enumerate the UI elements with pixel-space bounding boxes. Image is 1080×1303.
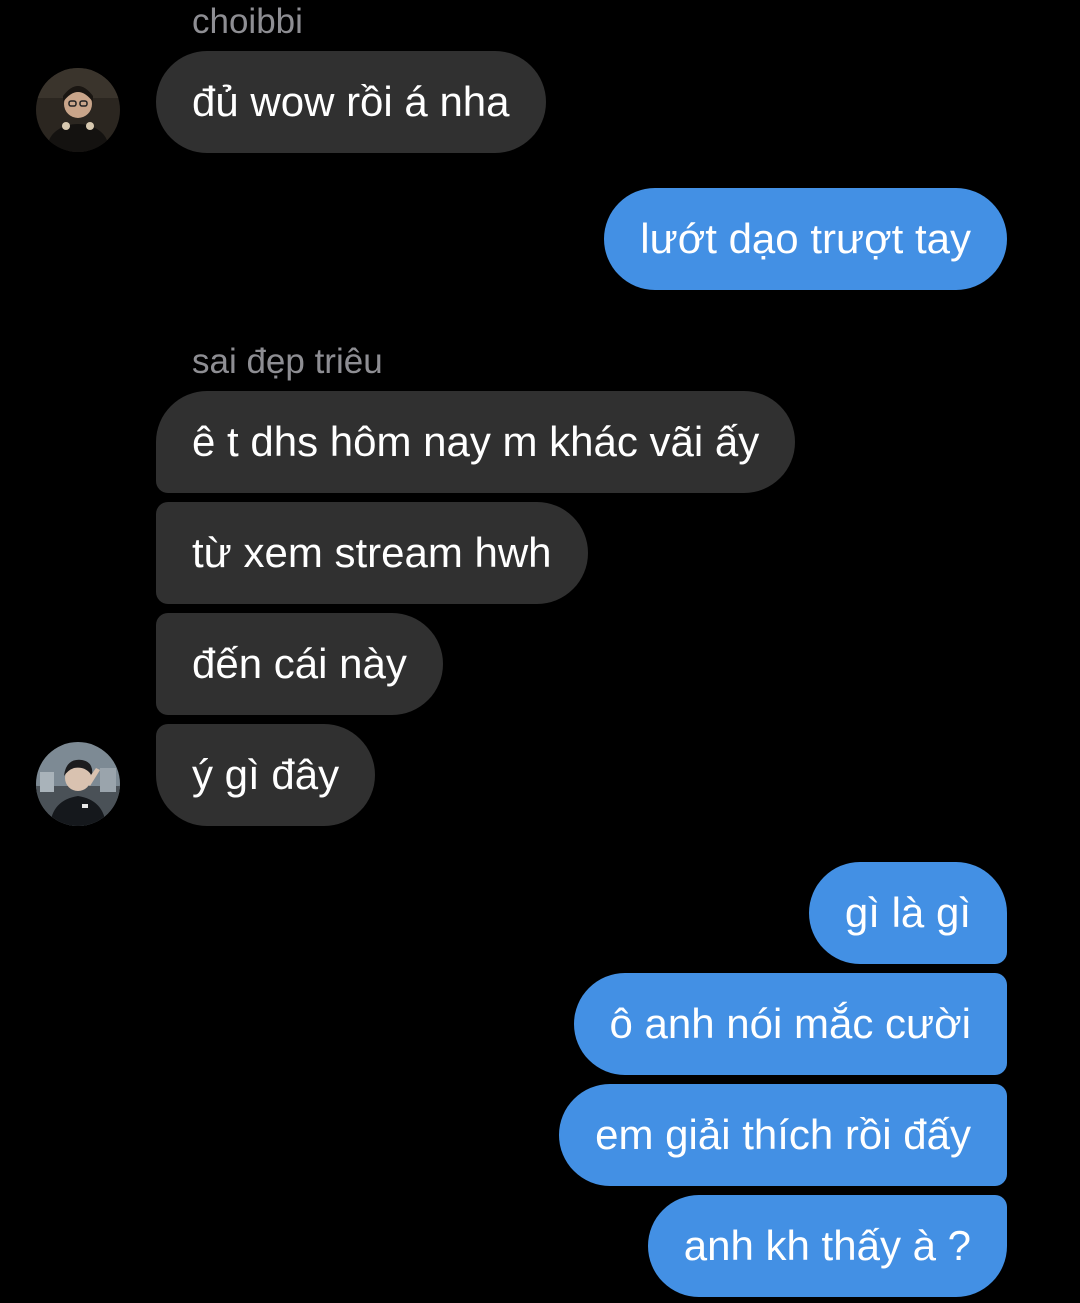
outgoing-message[interactable]: gì là gì <box>808 862 1007 964</box>
outgoing-message[interactable]: lướt dạo trượt tay <box>604 188 1007 290</box>
person-photo-icon <box>36 742 120 826</box>
incoming-message[interactable]: đến cái này <box>156 613 443 715</box>
incoming-message[interactable]: ê t dhs hôm nay m khác vãi ấy <box>156 391 796 493</box>
avatar-choibbi[interactable] <box>36 68 120 152</box>
outgoing-message[interactable]: ô anh nói mắc cười <box>573 973 1007 1075</box>
avatar-sai-dep-trieu[interactable] <box>36 742 120 826</box>
incoming-message[interactable]: từ xem stream hwh <box>156 502 588 604</box>
sender-name: sai đẹp triêu <box>192 342 383 381</box>
sender-name: choibbi <box>192 2 303 41</box>
outgoing-message[interactable]: anh kh thấy à ? <box>647 1195 1007 1297</box>
person-photo-icon <box>36 68 120 152</box>
incoming-message[interactable]: đủ wow rồi á nha <box>156 51 546 153</box>
incoming-message[interactable]: ý gì đây <box>156 724 376 826</box>
outgoing-message[interactable]: em giải thích rồi đấy <box>559 1084 1007 1186</box>
